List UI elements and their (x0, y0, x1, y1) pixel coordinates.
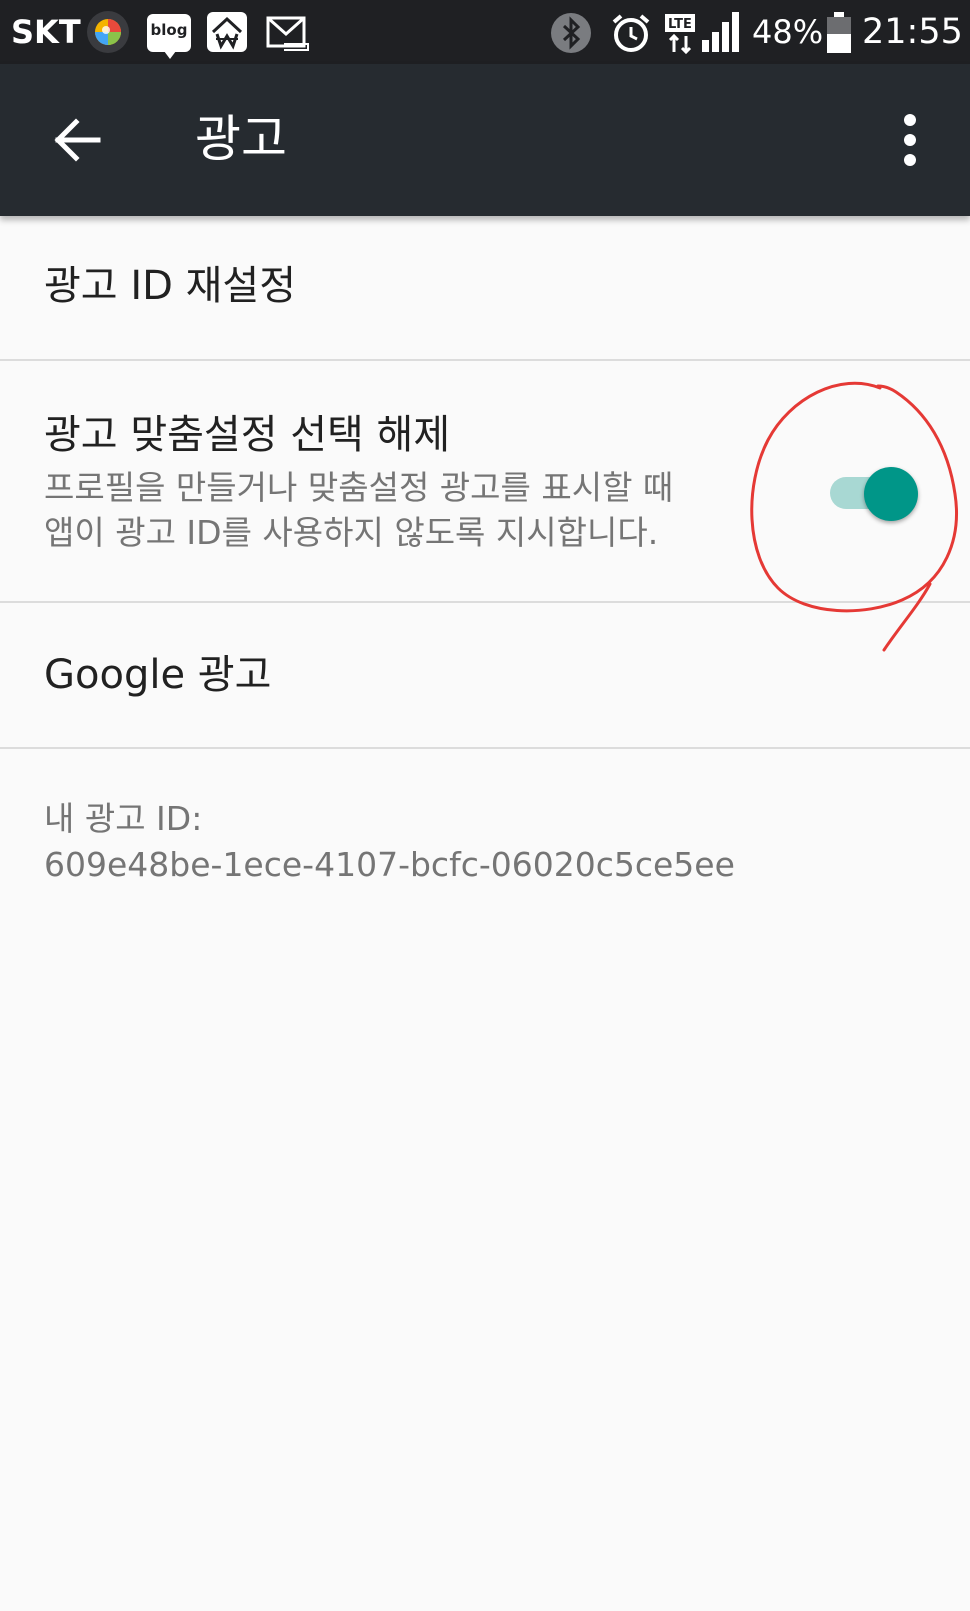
bluetooth-icon (551, 13, 591, 53)
back-arrow-icon (54, 118, 101, 162)
google-ads-item[interactable]: Google 광고 (0, 603, 970, 749)
carrier-name: SKT (11, 13, 81, 51)
blog-icon-label: blog (150, 21, 188, 39)
more-options-button[interactable] (890, 108, 930, 172)
blog-icon: blog (147, 14, 191, 59)
lte-icon: LTE (665, 14, 695, 55)
opt-out-title: 광고 맞춤설정 선택 해제 (44, 412, 451, 458)
page-title: 광고 (195, 110, 287, 168)
clock: 21:55 (862, 12, 963, 52)
opt-out-summary-line1: 프로필을 만들거나 맞춤설정 광고를 표시할 때 (44, 468, 674, 507)
ad-id-label: 내 광고 ID: (44, 799, 203, 838)
status-bar: SKT blog LTE 48% 21:55 (0, 0, 970, 64)
more-vert-icon (904, 114, 916, 166)
settings-list: 광고 ID 재설정 광고 맞춤설정 선택 해제 프로필을 만들거나 맞춤설정 광… (0, 216, 970, 749)
svg-text:LTE: LTE (668, 17, 692, 32)
back-button[interactable] (40, 102, 116, 178)
alarm-icon (612, 14, 650, 52)
reset-ad-id-item[interactable]: 광고 ID 재설정 (0, 216, 970, 361)
won-app-icon (207, 12, 247, 52)
app-bar: 광고 (0, 64, 970, 216)
ad-id-value: 609e48be-1ece-4107-bcfc-06020c5ce5ee (44, 845, 735, 884)
gallery-app-icon (87, 11, 129, 53)
reset-ad-id-title: 광고 ID 재설정 (44, 263, 297, 309)
ad-id-info: 내 광고 ID: 609e48be-1ece-4107-bcfc-06020c5… (44, 796, 735, 888)
battery-percent: 48% (752, 13, 824, 51)
opt-out-summary-line2: 앱이 광고 ID를 사용하지 않도록 지시합니다. (44, 513, 659, 552)
signal-icon (702, 12, 739, 52)
battery-icon (827, 12, 851, 53)
mail-icon (266, 16, 309, 51)
screen: SKT blog LTE 48% 21:55 광고 광고 ID 재설정 광고 맞… (0, 0, 970, 1611)
toggle-thumb (864, 467, 918, 521)
opt-out-personalization-item[interactable]: 광고 맞춤설정 선택 해제 프로필을 만들거나 맞춤설정 광고를 표시할 때 앱… (0, 361, 970, 603)
opt-out-summary: 프로필을 만들거나 맞춤설정 광고를 표시할 때 앱이 광고 ID를 사용하지 … (44, 465, 756, 555)
opt-out-toggle[interactable] (828, 461, 920, 521)
google-ads-title: Google 광고 (44, 652, 272, 698)
